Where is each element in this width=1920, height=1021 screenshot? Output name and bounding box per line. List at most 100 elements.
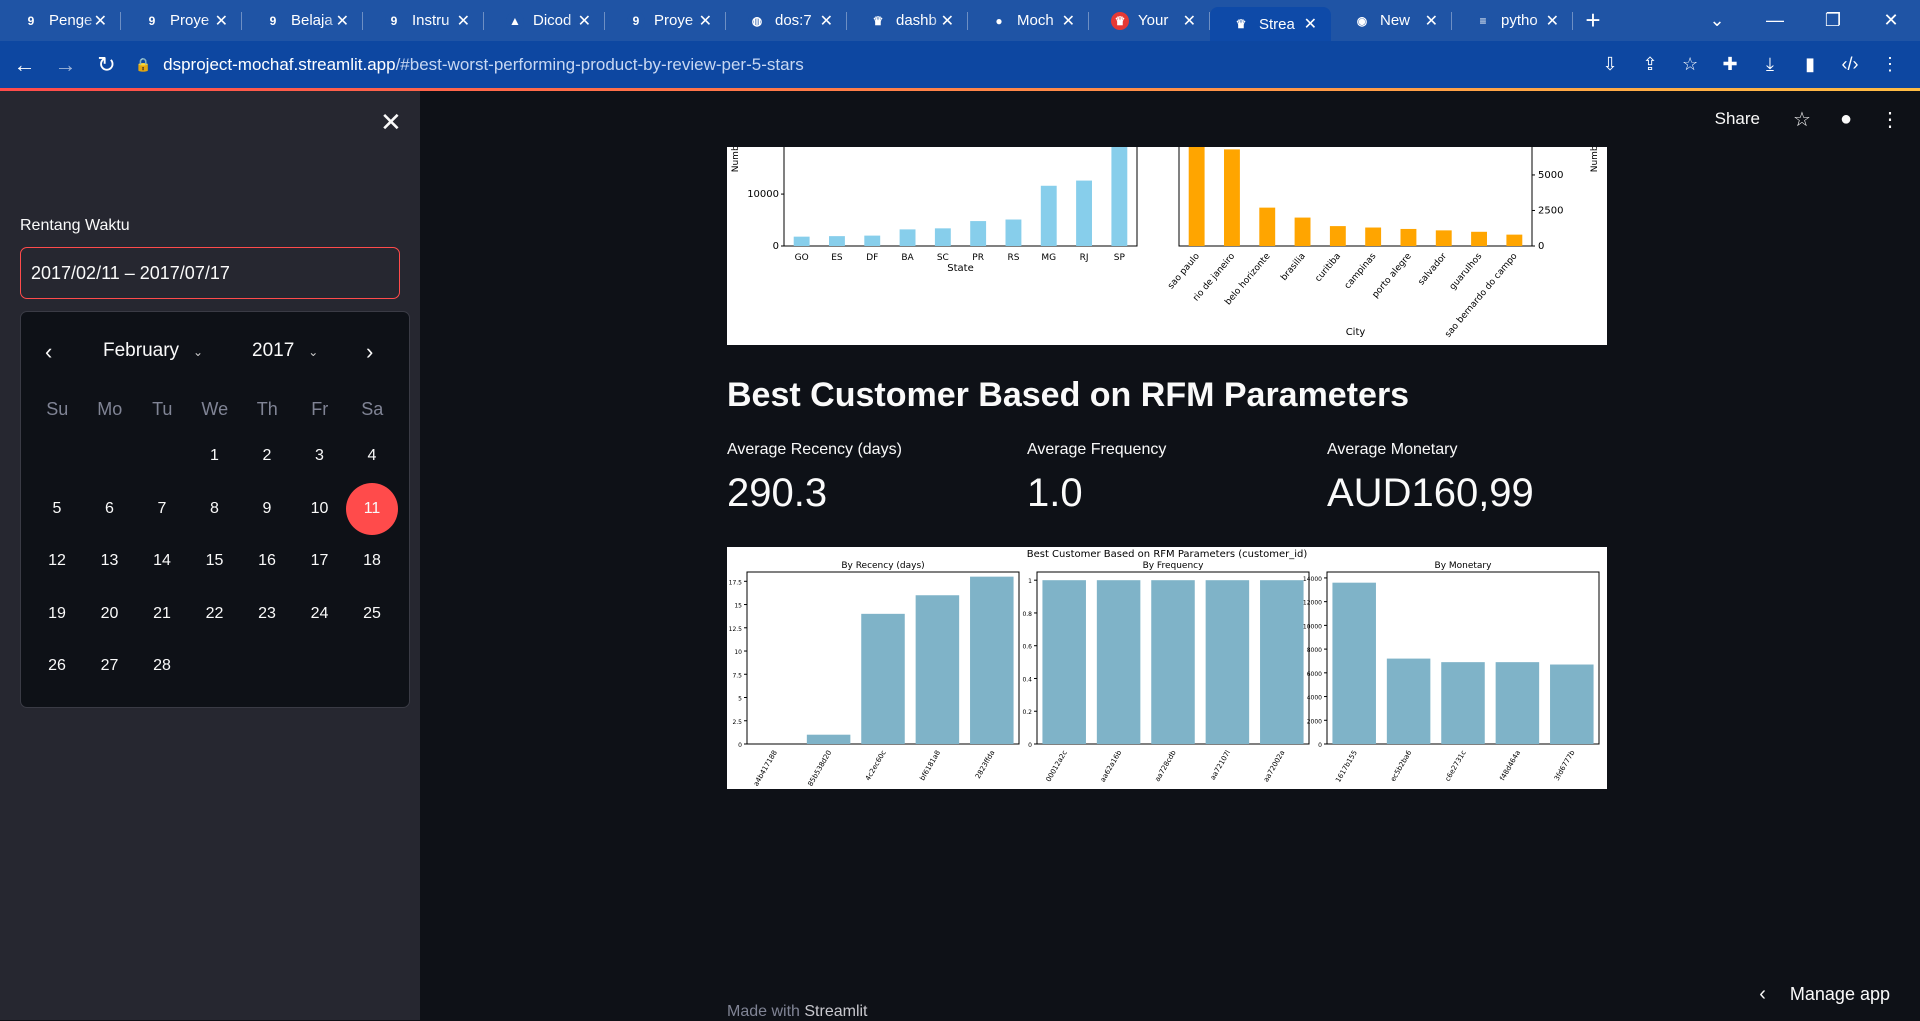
calendar-day[interactable]: 3: [294, 430, 346, 482]
browser-tab[interactable]: 9 Penge ✕: [0, 0, 121, 41]
tab-close-icon[interactable]: ✕: [1183, 11, 1196, 31]
calendar-day[interactable]: 18: [346, 535, 398, 587]
bookmark-star-icon[interactable]: ☆: [1670, 54, 1710, 75]
url-field[interactable]: 🔒 dsproject-mochaf.streamlit.app/#best-w…: [135, 55, 1590, 75]
calendar-day[interactable]: 20: [84, 588, 136, 640]
calendar-day[interactable]: 12: [31, 535, 83, 587]
date-range-label: Rentang Waktu: [20, 217, 130, 234]
manage-app-button[interactable]: ‹ Manage app: [1759, 983, 1890, 1006]
calendar-day[interactable]: 26: [31, 640, 83, 692]
more-options-icon[interactable]: ⋮: [1868, 107, 1912, 132]
year-select[interactable]: 2017 ⌄: [252, 340, 318, 362]
devtools-icon[interactable]: ‹/›: [1830, 54, 1870, 75]
close-window-icon[interactable]: ✕: [1862, 10, 1920, 31]
browser-tab[interactable]: ◍ dos:7 ✕: [726, 0, 847, 41]
calendar-day[interactable]: 25: [346, 588, 398, 640]
tab-close-icon[interactable]: ✕: [94, 11, 107, 31]
calendar-day[interactable]: 6: [84, 483, 136, 535]
x-tick-label: ES: [831, 253, 843, 263]
browser-tab[interactable]: ● Moch ✕: [968, 0, 1089, 41]
calendar-day[interactable]: 8: [189, 483, 241, 535]
downloads-icon[interactable]: ⤓: [1750, 54, 1790, 75]
y-tick-label: 0: [1318, 742, 1322, 749]
prev-month-icon[interactable]: ‹: [45, 339, 52, 365]
calendar-day[interactable]: 14: [136, 535, 188, 587]
back-icon[interactable]: ←: [8, 48, 41, 82]
sidebar-close-button[interactable]: ✕: [380, 107, 402, 138]
tab-close-icon[interactable]: ✕: [820, 11, 833, 31]
date-range-input[interactable]: 2017/02/11 – 2017/07/17: [20, 247, 400, 299]
restore-icon[interactable]: ❐: [1804, 10, 1862, 31]
tab-close-icon[interactable]: ✕: [457, 11, 470, 31]
browser-tab[interactable]: ◉ New ✕: [1331, 0, 1452, 41]
side-panel-icon[interactable]: ▮: [1790, 54, 1830, 75]
tab-close-icon[interactable]: ✕: [699, 11, 712, 31]
tab-close-icon[interactable]: ✕: [1546, 11, 1559, 31]
browser-tab[interactable]: ♛ Strea ✕: [1210, 7, 1331, 41]
calendar-day[interactable]: 9: [241, 483, 293, 535]
tab-close-icon[interactable]: ✕: [336, 11, 349, 31]
calendar-day[interactable]: 19: [31, 588, 83, 640]
star-icon[interactable]: ☆: [1780, 107, 1824, 132]
new-tab-button[interactable]: +: [1573, 5, 1613, 36]
browser-tab[interactable]: 9 Belaja ✕: [242, 0, 363, 41]
calendar-day[interactable]: 2: [241, 430, 293, 482]
bar: [1329, 226, 1346, 246]
tab-close-icon[interactable]: ✕: [215, 11, 228, 31]
browser-actions: ⇩ ⇪ ☆ ✚ ⤓ ▮ ‹/› ⋮: [1590, 54, 1910, 75]
browser-tab[interactable]: 9 Proye ✕: [605, 0, 726, 41]
tab-close-icon[interactable]: ✕: [1304, 14, 1317, 34]
x-tick-label: brasilia: [1279, 252, 1308, 283]
forward-icon[interactable]: →: [49, 48, 82, 82]
calendar-day[interactable]: 7: [136, 483, 188, 535]
browser-tab[interactable]: ≡ pytho ✕: [1452, 0, 1573, 41]
calendar-day[interactable]: 4: [346, 430, 398, 482]
x-tick-label: 2823ffda: [974, 749, 997, 780]
y-tick-label: 0.2: [1022, 709, 1032, 716]
extensions-icon[interactable]: ✚: [1710, 54, 1750, 75]
reload-icon[interactable]: ↻: [90, 48, 123, 82]
main-content: Share ☆ ● ⋮ GOESDFBASCPRRSMGRJSP01000020…: [420, 91, 1920, 1020]
calendar-day[interactable]: 15: [189, 535, 241, 587]
calendar-day[interactable]: 17: [294, 535, 346, 587]
calendar-day[interactable]: 1: [189, 430, 241, 482]
calendar-day[interactable]: 22: [189, 588, 241, 640]
month-select[interactable]: February ⌄: [103, 340, 203, 362]
tab-close-icon[interactable]: ✕: [1425, 11, 1438, 31]
calendar-day[interactable]: 13: [84, 535, 136, 587]
calendar-day[interactable]: 21: [136, 588, 188, 640]
github-icon[interactable]: ●: [1824, 108, 1868, 131]
calendar-day[interactable]: 5: [31, 483, 83, 535]
browser-tab[interactable]: ♛ Your ✕: [1089, 0, 1210, 41]
share-button[interactable]: Share: [1715, 109, 1760, 129]
calendar-day[interactable]: 10: [294, 483, 346, 535]
browser-tab[interactable]: ♛ dashb ✕: [847, 0, 968, 41]
tab-close-icon[interactable]: ✕: [941, 11, 954, 31]
share-page-icon[interactable]: ⇪: [1630, 54, 1670, 75]
calendar-day[interactable]: 28: [136, 640, 188, 692]
lock-icon[interactable]: 🔒: [135, 57, 151, 73]
calendar-day[interactable]: 24: [294, 588, 346, 640]
tab-search-icon[interactable]: ⌄: [1688, 10, 1746, 31]
calendar-day[interactable]: 16: [241, 535, 293, 587]
tab-close-icon[interactable]: ✕: [1062, 11, 1075, 31]
menu-dots-icon[interactable]: ⋮: [1870, 54, 1910, 75]
browser-tab[interactable]: 9 Instru ✕: [363, 0, 484, 41]
calendar-day-selected[interactable]: 11: [346, 482, 398, 535]
next-month-icon[interactable]: ›: [366, 339, 373, 365]
calendar-day[interactable]: 23: [241, 588, 293, 640]
url-host: dsproject-mochaf.streamlit.app: [163, 54, 396, 74]
browser-tab[interactable]: 9 Proye ✕: [121, 0, 242, 41]
tab-close-icon[interactable]: ✕: [578, 11, 591, 31]
chevron-down-icon: ⌄: [193, 345, 204, 359]
x-tick-label: GO: [795, 253, 809, 263]
weekday-label: Mo: [97, 399, 123, 419]
streamlit-link[interactable]: Streamlit: [804, 1003, 867, 1020]
subplot-title: By Frequency: [1143, 561, 1205, 571]
calendar-day[interactable]: 27: [84, 640, 136, 692]
install-icon[interactable]: ⇩: [1590, 54, 1630, 75]
browser-tab[interactable]: ▲ Dicod ✕: [484, 0, 605, 41]
minimize-icon[interactable]: —: [1746, 10, 1804, 31]
x-tick-label: bf6181a8: [918, 749, 942, 782]
subplot-title: By Monetary: [1435, 561, 1493, 571]
